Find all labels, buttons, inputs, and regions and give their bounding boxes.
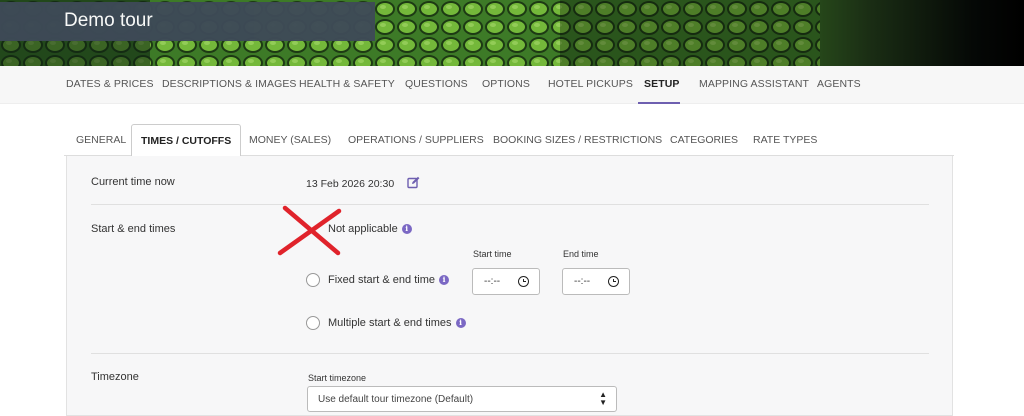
info-icon[interactable]: i xyxy=(401,224,412,234)
current-time-value: 13 Feb 2026 20:30 xyxy=(306,178,395,190)
end-time-input[interactable]: --:-- xyxy=(562,268,630,295)
divider xyxy=(91,353,929,354)
clock-icon[interactable] xyxy=(518,276,529,287)
tab-general[interactable]: GENERAL xyxy=(76,124,126,156)
current-time-label: Current time now xyxy=(91,176,175,188)
tab-operations-suppliers[interactable]: OPERATIONS / SUPPLIERS xyxy=(348,124,484,156)
page-title: Demo tour xyxy=(64,10,153,31)
info-icon[interactable]: i xyxy=(455,318,466,328)
main-nav: DATES & PRICES DESCRIPTIONS & IMAGES HEA… xyxy=(0,66,1024,104)
setup-sub-tabs: GENERAL TIMES / CUTOFFS MONEY (SALES) OP… xyxy=(64,124,954,157)
banner-title-box: Demo tour xyxy=(0,2,375,41)
nav-hotel-pickups[interactable]: HOTEL PICKUPS xyxy=(548,78,633,90)
nav-mapping-assistant[interactable]: MAPPING ASSISTANT xyxy=(699,78,809,90)
start-timezone-label: Start timezone xyxy=(308,373,367,383)
start-time-input[interactable]: --:-- xyxy=(472,268,540,295)
radio-fixed-start-end[interactable] xyxy=(306,273,320,287)
red-x-mark xyxy=(277,205,342,256)
start-timezone-value: Use default tour timezone (Default) xyxy=(318,394,474,405)
divider xyxy=(91,204,929,205)
nav-dates-prices[interactable]: DATES & PRICES xyxy=(66,78,154,90)
clock-icon[interactable] xyxy=(608,276,619,287)
start-time-placeholder: --:-- xyxy=(484,276,501,287)
tab-booking-sizes-restrictions[interactable]: BOOKING SIZES / RESTRICTIONS xyxy=(493,124,662,156)
times-cutoffs-panel: Current time now 13 Feb 2026 20:30 Start… xyxy=(66,156,953,416)
start-time-label: Start time xyxy=(473,249,512,259)
nav-agents[interactable]: AGENTS xyxy=(817,78,861,90)
info-icon[interactable]: i xyxy=(439,275,449,285)
tab-money-sales[interactable]: MONEY (SALES) xyxy=(249,124,331,156)
radio-multiple-start-end[interactable] xyxy=(306,316,320,330)
tab-rate-types[interactable]: RATE TYPES xyxy=(753,124,817,156)
start-end-times-label: Start & end times xyxy=(91,223,176,235)
nav-options[interactable]: OPTIONS xyxy=(482,78,530,90)
header-banner: Demo tour xyxy=(0,0,1024,66)
nav-questions[interactable]: QUESTIONS xyxy=(405,78,468,90)
nav-descriptions-images[interactable]: DESCRIPTIONS & IMAGES xyxy=(162,78,297,90)
tab-times-cutoffs[interactable]: TIMES / CUTOFFS xyxy=(131,124,242,157)
radio-multiple-start-end-label[interactable]: Multiple start & end times i xyxy=(328,317,466,329)
end-time-label: End time xyxy=(563,249,599,259)
radio-fixed-start-end-label[interactable]: Fixed start & end time i xyxy=(328,274,449,286)
tab-categories[interactable]: CATEGORIES xyxy=(670,124,738,156)
timezone-label: Timezone xyxy=(91,371,139,383)
nav-health-safety[interactable]: HEALTH & SAFETY xyxy=(299,78,395,90)
start-timezone-select[interactable]: Use default tour timezone (Default) ▲ ▼ xyxy=(307,386,617,412)
active-nav-underline xyxy=(638,102,680,104)
edit-icon[interactable] xyxy=(407,176,420,189)
end-time-placeholder: --:-- xyxy=(574,276,591,287)
nav-setup[interactable]: SETUP xyxy=(644,78,680,90)
